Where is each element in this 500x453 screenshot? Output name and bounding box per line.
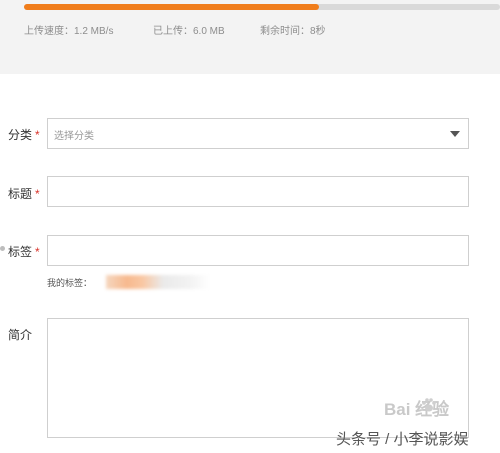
watermark: Bai 经验 头条号 / 小李说影娱 — [300, 395, 500, 453]
blurred-tag-list — [106, 275, 210, 289]
upload-status-panel: 上传速度：1.2 MB/s 已上传：6.0 MB 剩余时间：8秒 — [0, 0, 500, 74]
title-input[interactable] — [47, 176, 469, 207]
remaining-time: 剩余时间：8秒 — [260, 26, 326, 37]
category-label: 分类 * — [8, 126, 40, 143]
required-mark: * — [35, 245, 40, 259]
title-label: 标题 * — [8, 185, 40, 202]
tags-label: 标签 * — [8, 243, 40, 260]
baidu-jingyan-watermark: Bai 经验 — [384, 400, 450, 419]
required-mark: * — [35, 128, 40, 142]
category-select[interactable]: 选择分类 — [47, 118, 469, 149]
uploaded-size: 已上传：6.0 MB — [153, 26, 225, 37]
upload-progress-bar — [24, 4, 500, 10]
intro-label-text: 简介 — [8, 328, 33, 342]
tags-input[interactable] — [47, 235, 469, 266]
category-label-text: 分类 — [8, 128, 33, 142]
paw-icon — [422, 398, 436, 412]
required-mark: * — [35, 187, 40, 201]
category-select-value: 选择分类 — [54, 131, 94, 142]
author-watermark: 头条号 / 小李说影娱 — [336, 431, 469, 448]
upload-speed: 上传速度：1.2 MB/s — [24, 26, 114, 37]
my-tags-label: 我的标签： — [47, 278, 93, 288]
edge-dot-icon — [0, 246, 5, 251]
intro-label: 简介 — [8, 326, 32, 343]
upload-progress-fill — [24, 4, 320, 10]
tags-label-text: 标签 — [8, 245, 33, 259]
caret-down-icon[interactable] — [450, 131, 460, 137]
title-label-text: 标题 — [8, 187, 33, 201]
